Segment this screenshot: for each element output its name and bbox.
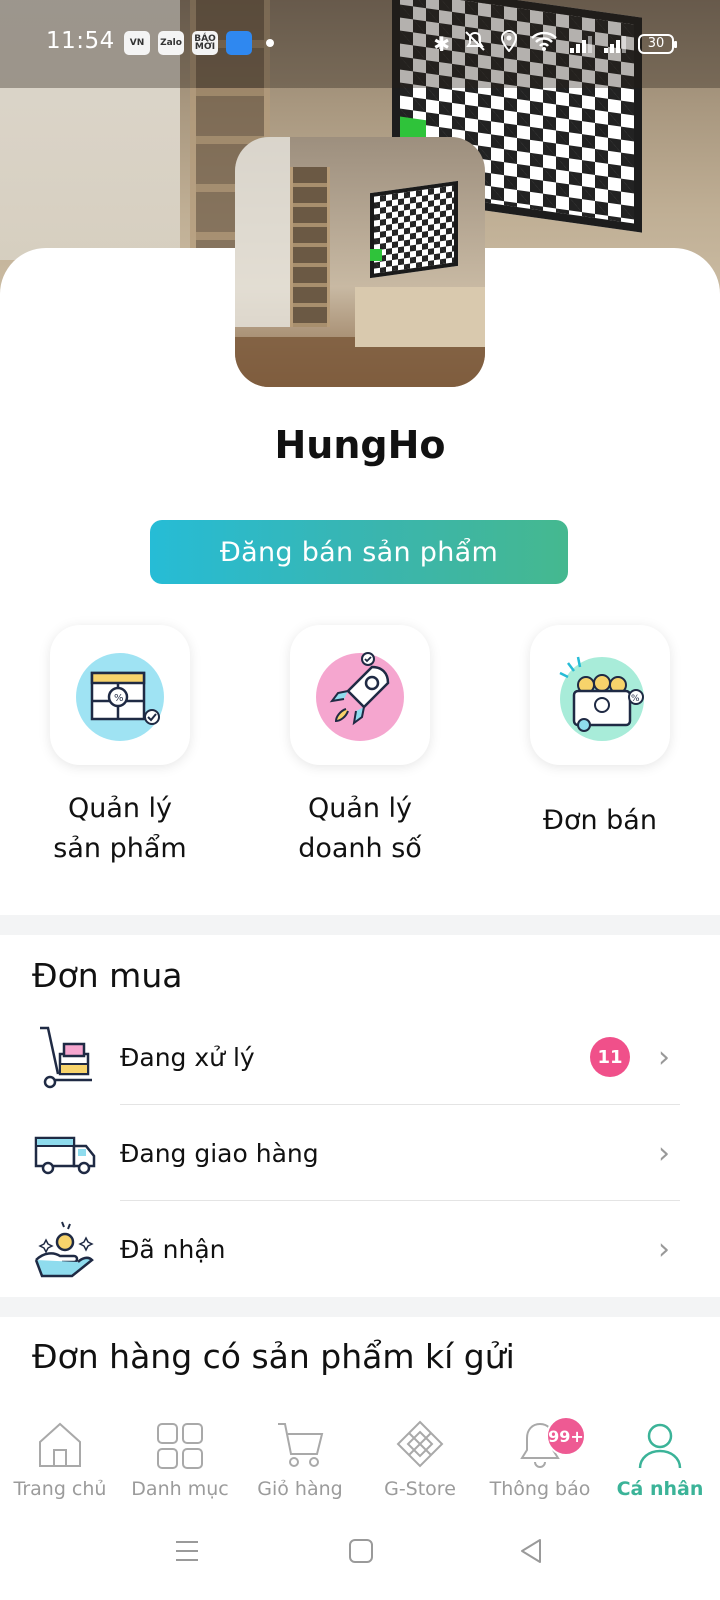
- nav-label: Cá nhân: [616, 1478, 704, 1500]
- order-row-label: Đang giao hàng: [120, 1138, 319, 1168]
- delivery-truck-icon: [34, 1136, 96, 1175]
- quick-actions: % Quản lý sản phẩm Quản lý doanh số % Đơ…: [0, 625, 720, 885]
- quick-action-label: Đơn bán: [543, 805, 657, 836]
- count-badge: 11: [590, 1037, 630, 1077]
- chevron-right-icon: ›: [658, 1135, 670, 1171]
- section-divider: [0, 915, 720, 935]
- bluetooth-icon: ✱: [433, 31, 450, 56]
- consignment-orders-title: Đơn hàng có sản phẩm kí gửi: [32, 1337, 515, 1376]
- nav-label: Thông báo: [489, 1478, 591, 1500]
- zalo-app-icon: Zalo: [158, 31, 184, 55]
- nav-cart[interactable]: Giỏ hàng: [240, 1408, 360, 1508]
- home-button-icon[interactable]: [348, 1538, 374, 1564]
- mute-icon: [462, 30, 488, 57]
- order-row-label: Đang xử lý: [120, 1042, 255, 1072]
- username: HungHo: [274, 423, 446, 467]
- svg-text:%: %: [631, 694, 640, 704]
- nav-gstore[interactable]: G-Store: [360, 1408, 480, 1508]
- nav-label: Giỏ hàng: [257, 1478, 343, 1500]
- more-notifications-dot: [266, 39, 274, 47]
- baomoi-app-icon: BÁO MỚI: [192, 31, 218, 55]
- sales-rocket-icon[interactable]: [290, 625, 430, 765]
- quick-action-label: Quản lý doanh số: [298, 793, 422, 864]
- order-row-processing[interactable]: Đang xử lý 11 ›: [0, 1009, 720, 1105]
- avatar[interactable]: [235, 137, 485, 387]
- quick-action-sales-orders[interactable]: % Đơn bán: [480, 625, 720, 841]
- user-icon: [638, 1423, 682, 1469]
- hand-coin-icon: [34, 1221, 94, 1278]
- status-bar: 11:54 VN Zalo BÁO MỚI ✱ 30: [0, 0, 720, 88]
- grid-icon: [157, 1423, 203, 1469]
- signal-1-icon: [570, 35, 592, 53]
- blue-app-icon: [226, 31, 252, 55]
- hand-truck-icon: [40, 1026, 92, 1089]
- order-row-label: Đã nhận: [120, 1234, 226, 1264]
- product-management-icon[interactable]: %: [50, 625, 190, 765]
- nav-profile[interactable]: Cá nhân: [600, 1408, 720, 1508]
- location-icon: [500, 29, 518, 57]
- vn-app-icon: VN: [124, 31, 150, 55]
- sales-orders-icon[interactable]: %: [530, 625, 670, 765]
- system-icons: ✱ 30: [433, 29, 677, 57]
- status-time: 11:54: [46, 28, 115, 54]
- order-row-shipping[interactable]: Đang giao hàng ›: [0, 1105, 720, 1201]
- nav-home[interactable]: Trang chủ: [0, 1408, 120, 1508]
- nav-categories[interactable]: Danh mục: [120, 1408, 240, 1508]
- notification-count-badge: 99+: [546, 1416, 586, 1456]
- cart-icon: [278, 1423, 324, 1467]
- nav-label: G-Store: [384, 1478, 456, 1500]
- purchase-orders-title: Đơn mua: [32, 956, 183, 995]
- nav-label: Danh mục: [131, 1478, 229, 1500]
- quick-action-label: Quản lý sản phẩm: [53, 793, 187, 864]
- quick-action-product-management[interactable]: % Quản lý sản phẩm: [0, 625, 240, 869]
- bottom-nav: Trang chủ Danh mục Giỏ hàng G-Store 99+ …: [0, 1408, 720, 1508]
- post-product-button[interactable]: Đăng bán sản phẩm: [150, 520, 568, 584]
- chevron-right-icon: ›: [658, 1039, 670, 1075]
- section-divider: [0, 1297, 720, 1317]
- nav-notifications[interactable]: 99+ Thông báo: [480, 1408, 600, 1508]
- nav-label: Trang chủ: [13, 1478, 107, 1500]
- order-row-received[interactable]: Đã nhận ›: [0, 1201, 720, 1297]
- notification-icons: VN Zalo BÁO MỚI: [124, 31, 274, 55]
- chevron-right-icon: ›: [658, 1231, 670, 1267]
- home-icon: [39, 1422, 81, 1467]
- wifi-icon: [530, 30, 558, 57]
- back-icon[interactable]: [518, 1538, 544, 1564]
- quick-action-sales-management[interactable]: Quản lý doanh số: [240, 625, 480, 869]
- battery-icon: 30: [638, 33, 677, 54]
- svg-text:%: %: [114, 693, 124, 704]
- recent-apps-icon[interactable]: [174, 1538, 200, 1564]
- gstore-icon: [396, 1420, 444, 1468]
- signal-2-icon: [604, 35, 626, 53]
- system-nav-bar: [0, 1508, 720, 1600]
